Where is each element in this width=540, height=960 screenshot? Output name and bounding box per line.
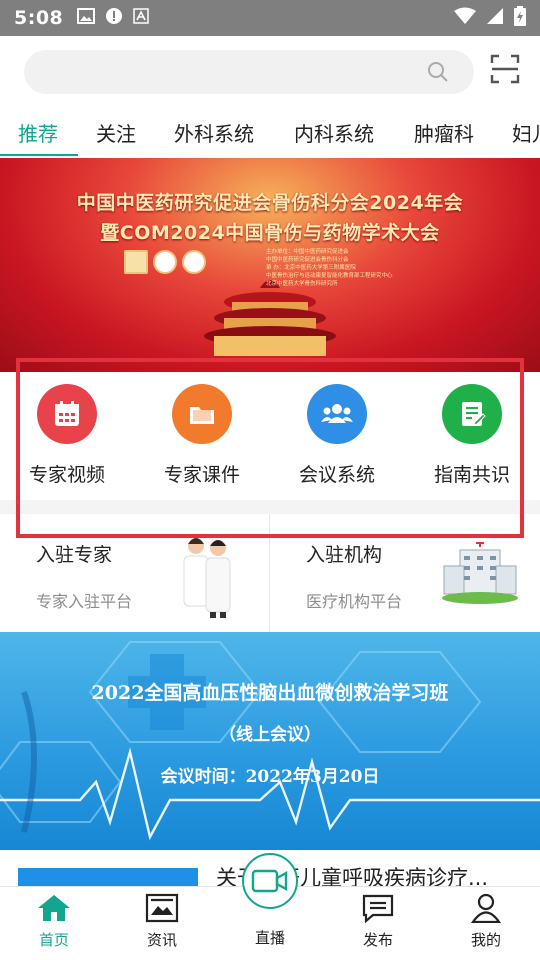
- category-tabs: 推荐 关注 外科系统 内科系统 肿瘤科 妇儿: [0, 112, 540, 158]
- hospital-illustration: [442, 542, 518, 604]
- status-time: 5:08: [14, 7, 64, 29]
- banner-title-line1: 中国中医药研究促进会骨伤科分会2024年会: [76, 192, 464, 214]
- organizer-line: 主办单位：中国中医药研究促进会: [266, 249, 349, 255]
- status-bar: 5:08: [0, 0, 540, 36]
- battery-icon: [514, 6, 526, 30]
- image-notification-icon: [77, 8, 96, 28]
- organizer-line: 中国中医药研究促进会骨伤科分会: [266, 257, 349, 263]
- join-card-title: 入驻专家: [36, 544, 113, 566]
- tab-recommend[interactable]: 推荐: [18, 118, 58, 147]
- join-card-title: 入驻机构: [306, 544, 383, 566]
- scan-icon[interactable]: [490, 54, 520, 88]
- nav-label: 发布: [362, 931, 393, 949]
- promo-subtitle: （线上会议）: [219, 725, 321, 745]
- organizer-logo: [124, 250, 148, 274]
- tab-surgery[interactable]: 外科系统: [174, 118, 254, 147]
- news-icon: [145, 893, 179, 927]
- tab-oncology[interactable]: 肿瘤科: [414, 118, 474, 147]
- organizer-logos: [124, 250, 206, 274]
- organizer-line: 承 办：北京中医药大学第三附属医院: [266, 265, 356, 271]
- nav-label: 首页: [38, 931, 69, 949]
- banner-title-line2: 暨COM2024中国骨伤与药物学术大会: [100, 222, 440, 244]
- home-icon: [36, 895, 72, 927]
- doctors-illustration: [183, 538, 231, 618]
- profile-icon: [470, 893, 502, 927]
- search-row: [0, 36, 540, 112]
- organizer-logo: [153, 250, 177, 274]
- nav-label: 资讯: [146, 931, 177, 949]
- nav-label: 我的: [470, 931, 501, 949]
- highlight-box: [16, 358, 524, 538]
- app-screen: 5:08 推荐 关注 外科系统 内科系统 肿瘤科 妇 中国中医药研究促进会骨伤科…: [0, 0, 540, 960]
- nav-profile[interactable]: 我的: [446, 893, 526, 950]
- nav-live-button[interactable]: [242, 853, 298, 909]
- promo-banner[interactable]: 2022全国高血压性脑出血微创救治学习班 （线上会议） 会议时间：2022年3月…: [0, 632, 540, 850]
- publish-icon: [361, 894, 395, 927]
- nav-home[interactable]: 首页: [14, 893, 94, 950]
- join-card-subtitle: 医疗机构平台: [306, 592, 403, 611]
- organizer-logo: [182, 250, 206, 274]
- wifi-icon: [454, 7, 476, 29]
- conference-banner[interactable]: 中国中医药研究促进会骨伤科分会2024年会 暨COM2024中国骨伤与药物学术大…: [0, 158, 540, 372]
- bottom-navigation: 首页 资讯 直播 发布 我的: [0, 853, 540, 960]
- organizer-line: 北京中医药大学骨伤科研究所: [266, 281, 338, 287]
- search-input[interactable]: [24, 50, 474, 94]
- signal-icon: [486, 7, 504, 29]
- font-icon: [133, 8, 150, 28]
- promo-title: 2022全国高血压性脑出血微创救治学习班: [91, 682, 449, 704]
- nav-publish[interactable]: 发布: [338, 893, 418, 950]
- active-tab-indicator: [0, 154, 78, 156]
- video-icon: [242, 853, 298, 909]
- banner-organizers: 主办单位：中国中医药研究促进会 中国中医药研究促进会骨伤科分会 承 办：北京中医…: [266, 248, 393, 288]
- tab-follow[interactable]: 关注: [96, 118, 136, 147]
- join-card-subtitle: 专家入驻平台: [36, 592, 133, 611]
- nav-news[interactable]: 资讯: [122, 893, 202, 950]
- organizer-line: 中医骨伤治疗与运动康复智能化教育部工程研究中心: [266, 273, 393, 279]
- search-icon[interactable]: [426, 60, 450, 88]
- alert-icon: [105, 7, 123, 29]
- nav-live[interactable]: 直播: [230, 927, 310, 948]
- tab-gynecology-pediatrics[interactable]: 妇儿: [512, 118, 540, 147]
- nav-label: 直播: [254, 929, 285, 947]
- tab-internal-medicine[interactable]: 内科系统: [294, 118, 374, 147]
- promo-date: 会议时间：2022年3月20日: [160, 767, 380, 787]
